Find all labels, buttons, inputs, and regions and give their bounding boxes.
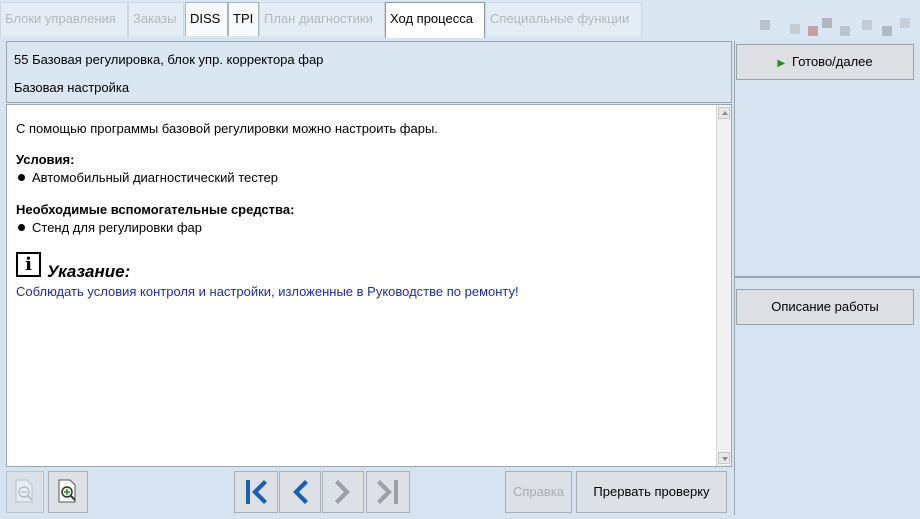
bullet-icon [18, 174, 25, 181]
next-button[interactable] [322, 471, 364, 513]
vertical-scrollbar[interactable] [716, 105, 731, 466]
play-icon: ▶ [777, 58, 786, 69]
done-next-label: Готово/далее [792, 54, 873, 69]
note-text: Соблюдать условия контроля и настройки, … [16, 284, 519, 299]
note-title: Указание: [47, 262, 131, 281]
tab-orders[interactable]: Заказы [128, 2, 184, 36]
step-title: 55 Базовая регулировка, блок упр. коррек… [14, 52, 324, 67]
instruction-panel: С помощью программы базовой регулировки … [6, 104, 732, 467]
bullet-icon [18, 224, 25, 231]
previous-button[interactable] [279, 471, 321, 513]
tab-tpi[interactable]: TPI [228, 2, 259, 36]
abort-test-button[interactable]: Прервать проверку [576, 471, 727, 513]
tab-control-units[interactable]: Блоки управления [0, 2, 128, 36]
work-description-button[interactable]: Описание работы [736, 289, 914, 325]
aux-text: Стенд для регулировки фар [32, 220, 202, 235]
first-page-icon [246, 480, 267, 504]
zoom-out-icon [15, 479, 33, 503]
condition-text: Автомобильный диагностический тестер [32, 170, 279, 185]
tab-process[interactable]: Ход процесса [385, 2, 485, 38]
next-icon [335, 480, 350, 504]
zoom-in-icon [58, 479, 76, 503]
step-subtitle: Базовая настройка [14, 80, 130, 95]
step-header: 55 Базовая регулировка, блок упр. коррек… [6, 41, 732, 103]
last-page-icon [377, 480, 398, 504]
tab-special-functions[interactable]: Специальные функции [485, 2, 642, 36]
aux-heading: Необходимые вспомогательные средства: [16, 202, 295, 217]
first-page-button[interactable] [234, 471, 278, 513]
intro-text: С помощью программы базовой регулировки … [16, 121, 438, 136]
done-next-button[interactable]: ▶ Готово/далее [736, 44, 914, 80]
scroll-down-icon[interactable] [718, 452, 730, 464]
conditions-heading: Условия: [16, 152, 75, 167]
tab-diagnostic-plan[interactable]: План диагностики [259, 2, 385, 36]
zoom-in-button[interactable] [48, 471, 88, 513]
list-item: Автомобильный диагностический тестер [16, 170, 278, 185]
zoom-out-button[interactable] [6, 471, 44, 513]
help-button[interactable]: Справка [505, 471, 572, 513]
info-icon: i [16, 252, 41, 277]
scroll-up-icon[interactable] [718, 107, 730, 119]
divider [734, 276, 920, 278]
logo [752, 18, 912, 40]
previous-icon [293, 480, 308, 504]
list-item: Стенд для регулировки фар [16, 220, 202, 235]
tab-diss[interactable]: DISS [185, 2, 228, 36]
last-page-button[interactable] [366, 471, 410, 513]
right-panel [734, 41, 920, 515]
